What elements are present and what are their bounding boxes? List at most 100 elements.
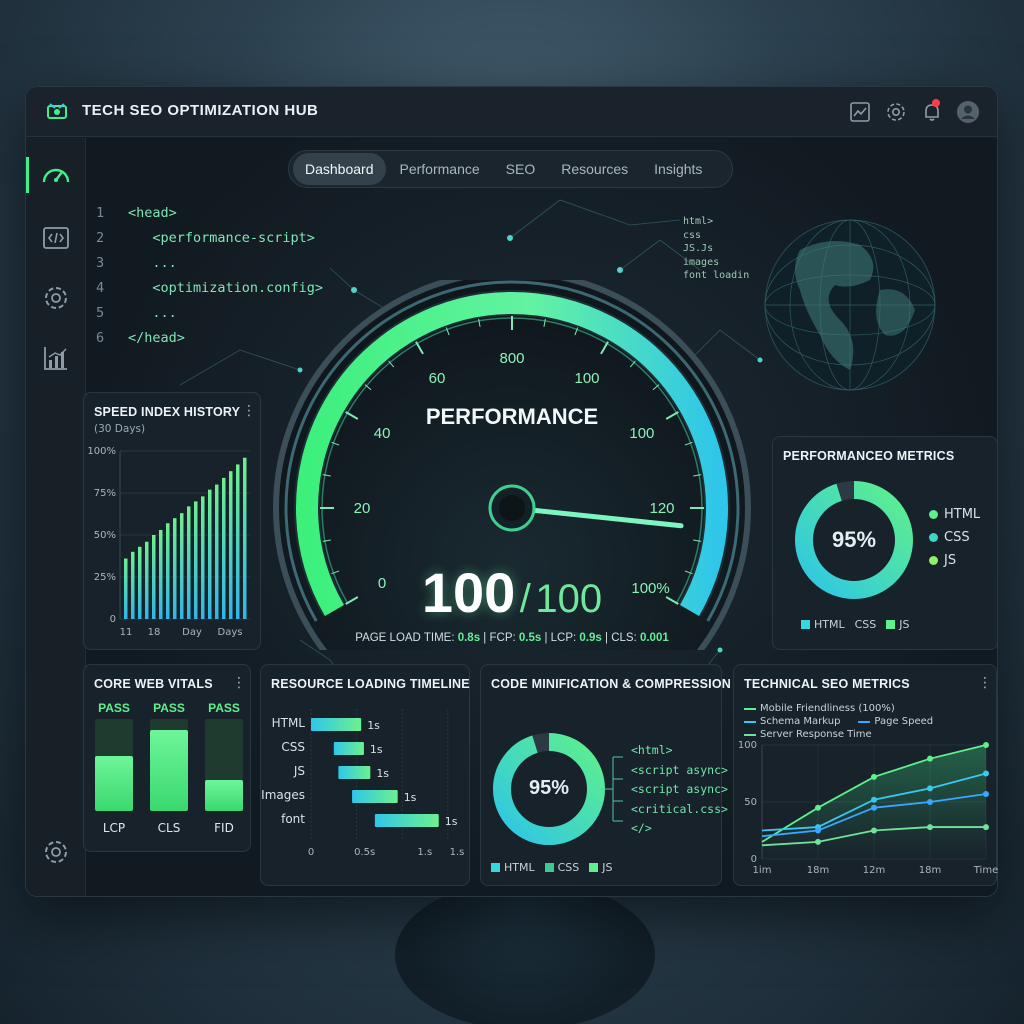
legend-swatch [929, 556, 938, 565]
row-label: JS [293, 764, 305, 778]
vital-bar [95, 719, 133, 811]
minification-card: CODE MINIFICATION & COMPRESSION 95% <htm… [480, 664, 731, 886]
technical-seo-chart: 100 50 01im 18m 12m 18m Time [738, 740, 998, 876]
metric-value: 0.5s [518, 632, 542, 644]
legend-item: CSS [544, 861, 580, 874]
timeline-bar [374, 814, 439, 827]
donut-center-value: 95% [528, 777, 570, 799]
more-icon[interactable]: ⋮ [978, 675, 992, 691]
code-text: <performance-script> [128, 230, 315, 246]
vital-bar-fill [95, 755, 133, 811]
tab-resources[interactable]: Resources [549, 153, 640, 185]
card-title: TECHNICAL SEO METRICS [744, 677, 910, 691]
legend-swatch [929, 510, 938, 519]
legend-label: JS [602, 861, 613, 874]
bar [124, 558, 128, 619]
timeline-bar [311, 718, 362, 731]
list-item: css [683, 229, 702, 241]
legend-swatch [544, 863, 554, 872]
score-value: 100 [421, 561, 516, 624]
legend-label: HTML [504, 861, 535, 874]
vital-bar [205, 719, 243, 811]
x-tick-label: 1.s [417, 847, 432, 858]
more-icon[interactable]: ⋮ [242, 403, 256, 419]
bar [173, 518, 177, 619]
legend-label: CSS [944, 530, 970, 545]
gauge-title: PERFORMANCE [425, 404, 599, 429]
bar [201, 496, 205, 619]
vital-bar-fill [205, 779, 243, 811]
card-title: SPEED INDEX HISTORY [94, 405, 241, 419]
y-tick-label: 50% [94, 530, 116, 541]
series-point [871, 796, 877, 803]
legend-label: HTML [814, 618, 845, 631]
series-point [815, 838, 821, 845]
legend-swatch [744, 707, 756, 710]
series-point [927, 824, 933, 831]
legend-swatch [858, 720, 871, 723]
y-tick-label: 100% [87, 446, 116, 457]
card-title: CODE MINIFICATION & COMPRESSION [491, 677, 732, 691]
main-tabs: Dashboard Performance SEO Resources Insi… [288, 150, 733, 188]
x-tick-label: 1.s [450, 847, 465, 858]
vitals-columns: PASS LCP PASS CLS PASS FID [94, 701, 244, 846]
series-point [927, 755, 933, 762]
bar [159, 529, 163, 619]
score-total: 100 [535, 577, 603, 621]
metric-label: | LCP: [541, 632, 580, 644]
vital-label: CLS [157, 821, 181, 835]
legend-item: HTML [491, 861, 535, 874]
legend-label: CSS [557, 861, 580, 874]
line-number: 2 [96, 230, 105, 246]
series-point [871, 773, 877, 780]
bar [131, 551, 135, 619]
list-item: JS.Js [683, 243, 714, 254]
legend-item: Mobile Friendliness (100%) [744, 703, 895, 714]
tab-performance[interactable]: Performance [388, 153, 492, 185]
code-text: ... [128, 305, 177, 321]
series-point [871, 804, 877, 811]
bracket-decoration [601, 756, 623, 822]
series-point [815, 827, 821, 834]
gauge-tick-label: 120 [649, 500, 674, 517]
legend-item: Schema Markup [744, 716, 840, 727]
code-text: <html> [631, 743, 673, 757]
legend-label: Schema Markup [760, 716, 841, 727]
legend-item: CSS [929, 530, 980, 545]
series-point [983, 770, 989, 777]
series-point [983, 791, 989, 798]
gauge-hub-inner [499, 495, 525, 521]
resource-mini-list: html> css JS.Js images font loadin [683, 215, 749, 283]
row-label: CSS [281, 740, 305, 754]
y-tick-label: 0 [110, 614, 116, 625]
x-tick-label: 12m [863, 865, 885, 876]
donut-bottom-legend: HTML CSS JS [801, 618, 910, 631]
tab-insights[interactable]: Insights [642, 153, 714, 185]
legend-label: JS [899, 618, 910, 631]
vital-label: LCP [102, 821, 126, 835]
x-tick-label: 18 [148, 627, 161, 638]
performance-score: 100 / 100 [380, 560, 644, 625]
code-text: <script async> [631, 762, 728, 777]
donut-center-value: 95% [831, 527, 877, 552]
more-icon[interactable]: ⋮ [232, 675, 246, 691]
tab-dashboard[interactable]: Dashboard [293, 153, 386, 185]
series-point [871, 827, 877, 834]
score-slash: / [519, 577, 531, 621]
bar-value: 1s [404, 791, 417, 804]
row-label: font [281, 812, 305, 826]
legend-label: JS [944, 553, 957, 568]
bar [187, 506, 191, 619]
legend-item: HTML [801, 618, 845, 631]
y-tick-label: 25% [94, 572, 116, 583]
x-tick-label: 18m [919, 865, 941, 876]
bar [194, 501, 198, 619]
row-label: Images [261, 788, 305, 802]
vital-column: PASS FID [204, 701, 244, 846]
vital-column: PASS LCP [94, 701, 134, 846]
speed-index-chart: 100% 75% 50% 25% 0 11 18 Day Days [87, 446, 250, 638]
gauge-tick-label: 800 [499, 350, 524, 367]
bar-value: 1s [376, 767, 389, 780]
tab-seo[interactable]: SEO [494, 153, 548, 185]
timeline-bar [338, 766, 371, 779]
